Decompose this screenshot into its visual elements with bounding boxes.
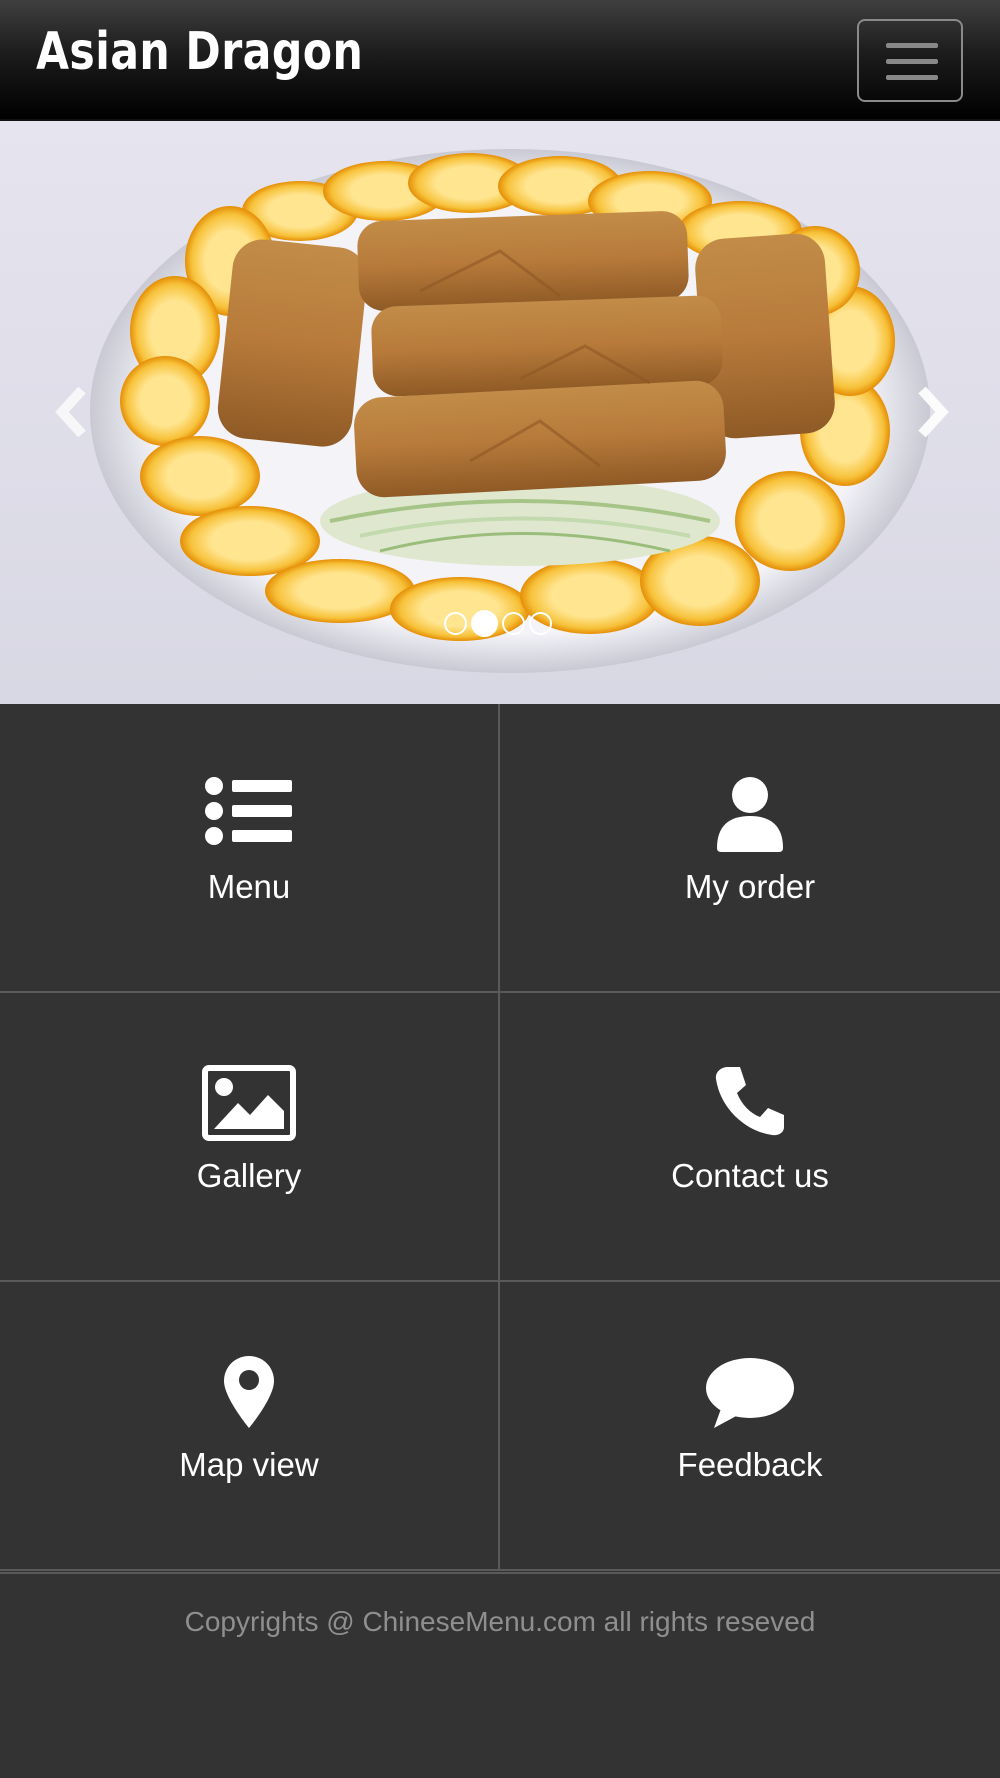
list-icon	[205, 777, 292, 845]
tile-gallery-icon-wrap	[0, 1065, 498, 1147]
hamburger-icon	[886, 43, 938, 48]
tile-map-view-icon-wrap	[0, 1354, 498, 1436]
hamburger-icon-bar	[886, 59, 938, 64]
image-carousel[interactable]	[0, 121, 1000, 704]
tile-contact-us[interactable]: Contact us	[500, 993, 1000, 1282]
chevron-left-icon	[55, 386, 86, 438]
tile-contact-us-icon-wrap	[500, 1065, 1000, 1147]
copyright-text: Copyrights @ ChineseMenu.com all rights …	[184, 1606, 816, 1637]
brand-title[interactable]: Asian Dragon	[36, 22, 363, 82]
chevron-right-icon	[918, 386, 949, 438]
hamburger-icon-bar	[886, 75, 938, 80]
tile-my-order[interactable]: My order	[500, 704, 1000, 993]
tile-menu-icon-wrap	[0, 776, 498, 858]
image-icon	[202, 1065, 296, 1141]
tile-label: Contact us	[671, 1157, 829, 1194]
carousel-indicator[interactable]	[529, 612, 552, 635]
map-marker-icon	[224, 1356, 274, 1428]
carousel-indicators	[444, 610, 552, 637]
tile-label: My order	[684, 868, 816, 905]
footer: Copyrights @ ChineseMenu.com all rights …	[0, 1572, 1000, 1778]
user-icon	[717, 777, 783, 852]
carousel-prev-button[interactable]	[50, 382, 94, 442]
menu-toggle-button[interactable]	[857, 19, 963, 102]
tile-label: Menu	[207, 868, 291, 905]
tile-map-view[interactable]: Map view	[0, 1282, 500, 1571]
carousel-indicator-active[interactable]	[471, 610, 498, 637]
nav-tiles: Menu My order Gallery Contact us Map vie…	[0, 704, 1000, 1572]
tile-menu[interactable]: Menu	[0, 704, 500, 993]
carousel-next-button[interactable]	[910, 382, 954, 442]
carousel-indicator[interactable]	[502, 612, 525, 635]
tile-label: Map view	[179, 1446, 319, 1483]
carousel-indicator[interactable]	[444, 612, 467, 635]
navbar: Asian Dragon	[0, 0, 1000, 121]
tile-feedback-icon-wrap	[500, 1354, 1000, 1436]
tile-gallery[interactable]: Gallery	[0, 993, 500, 1282]
comment-icon	[706, 1358, 794, 1428]
tile-my-order-icon-wrap	[500, 776, 1000, 858]
phone-icon	[715, 1067, 784, 1136]
tile-label: Gallery	[196, 1157, 302, 1194]
tile-feedback[interactable]: Feedback	[500, 1282, 1000, 1571]
tile-label: Feedback	[677, 1446, 823, 1483]
